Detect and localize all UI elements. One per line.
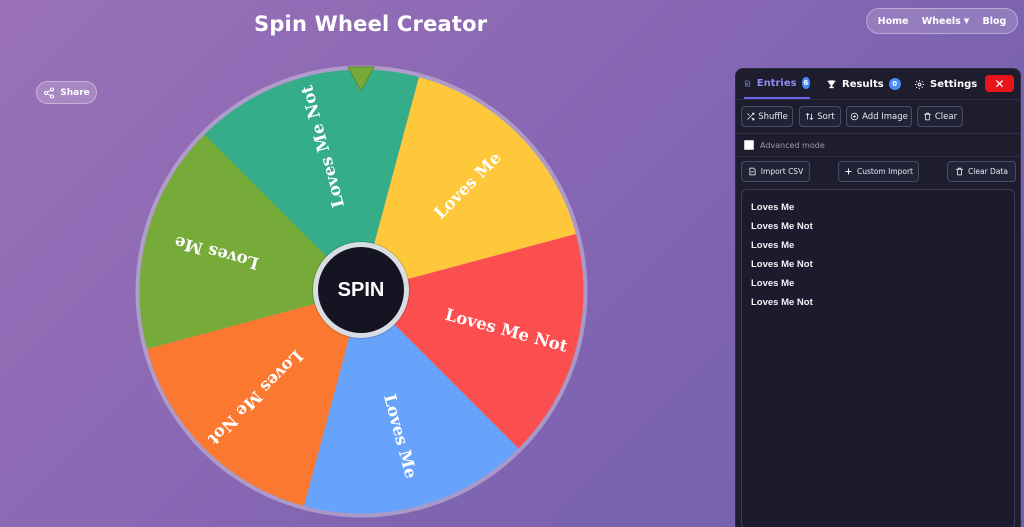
entry-item: Loves Me <box>751 202 795 213</box>
advanced-mode-label: Advanced mode <box>760 140 825 150</box>
clear-data-label: Clear Data <box>968 167 1008 176</box>
spin-button[interactable]: SPIN <box>313 242 409 338</box>
nav-wheels[interactable]: Wheels ▼ <box>922 16 969 27</box>
add-image-button[interactable]: Add Image <box>846 106 912 127</box>
nav-wheels-label: Wheels <box>921 15 961 27</box>
entries-panel: Entries 6 Results 0 Settings ✕ Shuffle S… <box>735 68 1021 527</box>
caret-down-icon: ▼ <box>963 17 970 25</box>
shuffle-button[interactable]: Shuffle <box>741 106 793 127</box>
gear-icon <box>914 79 925 89</box>
tab-entries[interactable]: Entries 6 <box>744 69 810 99</box>
plus-icon <box>845 168 852 175</box>
panel-tabs: Entries 6 Results 0 Settings ✕ <box>736 69 1020 99</box>
share-label: Share <box>60 87 90 98</box>
sort-label: Sort <box>817 111 835 122</box>
import-csv-label: Import CSV <box>760 167 804 176</box>
file-icon <box>749 167 756 176</box>
nav-home[interactable]: Home <box>878 16 909 27</box>
tab-results-label: Results <box>842 78 884 90</box>
custom-import-label: Custom Import <box>856 167 913 176</box>
advanced-mode-checkbox[interactable] <box>744 140 754 150</box>
add-circle-icon <box>850 112 859 121</box>
share-icon <box>44 87 55 98</box>
nav-home-label: Home <box>877 15 909 27</box>
results-count-badge: 0 <box>888 78 901 90</box>
entry-item: Loves Me Not <box>751 297 813 308</box>
trash-icon <box>956 167 963 176</box>
entry-item: Loves Me Not <box>751 221 813 232</box>
entry-item: Loves Me Not <box>751 259 813 270</box>
sort-button[interactable]: Sort <box>799 106 841 127</box>
tab-results[interactable]: Results 0 <box>826 69 901 99</box>
toolbar: Shuffle Sort Add Image Clear <box>736 100 1020 133</box>
add-image-label: Add Image <box>862 111 908 122</box>
trash-icon <box>924 112 931 121</box>
entries-textarea[interactable]: Loves Me Loves Me Not Loves Me Loves Me … <box>741 189 1015 527</box>
shuffle-label: Shuffle <box>758 111 788 122</box>
edit-list-icon <box>744 80 751 86</box>
close-button[interactable]: ✕ <box>985 75 1014 92</box>
share-button[interactable]: Share <box>36 81 97 104</box>
nav-blog-label: Blog <box>982 15 1007 27</box>
shuffle-icon <box>747 112 755 121</box>
tab-settings[interactable]: Settings <box>914 69 977 99</box>
advanced-mode-row: Advanced mode <box>736 134 1020 156</box>
entry-item: Loves Me <box>751 278 795 289</box>
nav-blog[interactable]: Blog <box>983 16 1007 27</box>
clear-data-button[interactable]: Clear Data <box>947 161 1016 182</box>
clear-button[interactable]: Clear <box>917 106 963 127</box>
entry-item: Loves Me <box>751 240 795 251</box>
top-nav: Home Wheels ▼ Blog <box>866 8 1018 34</box>
import-csv-button[interactable]: Import CSV <box>741 161 810 182</box>
tab-entries-label: Entries <box>756 77 797 89</box>
custom-import-button[interactable]: Custom Import <box>838 161 919 182</box>
import-row: Import CSV Custom Import Clear Data <box>736 157 1020 188</box>
entries-count-badge: 6 <box>801 77 810 89</box>
tab-settings-label: Settings <box>930 78 978 90</box>
trophy-icon <box>827 79 836 88</box>
sort-icon <box>806 112 814 121</box>
app-title: Spin Wheel Creator <box>254 12 488 36</box>
clear-label: Clear <box>934 111 958 122</box>
